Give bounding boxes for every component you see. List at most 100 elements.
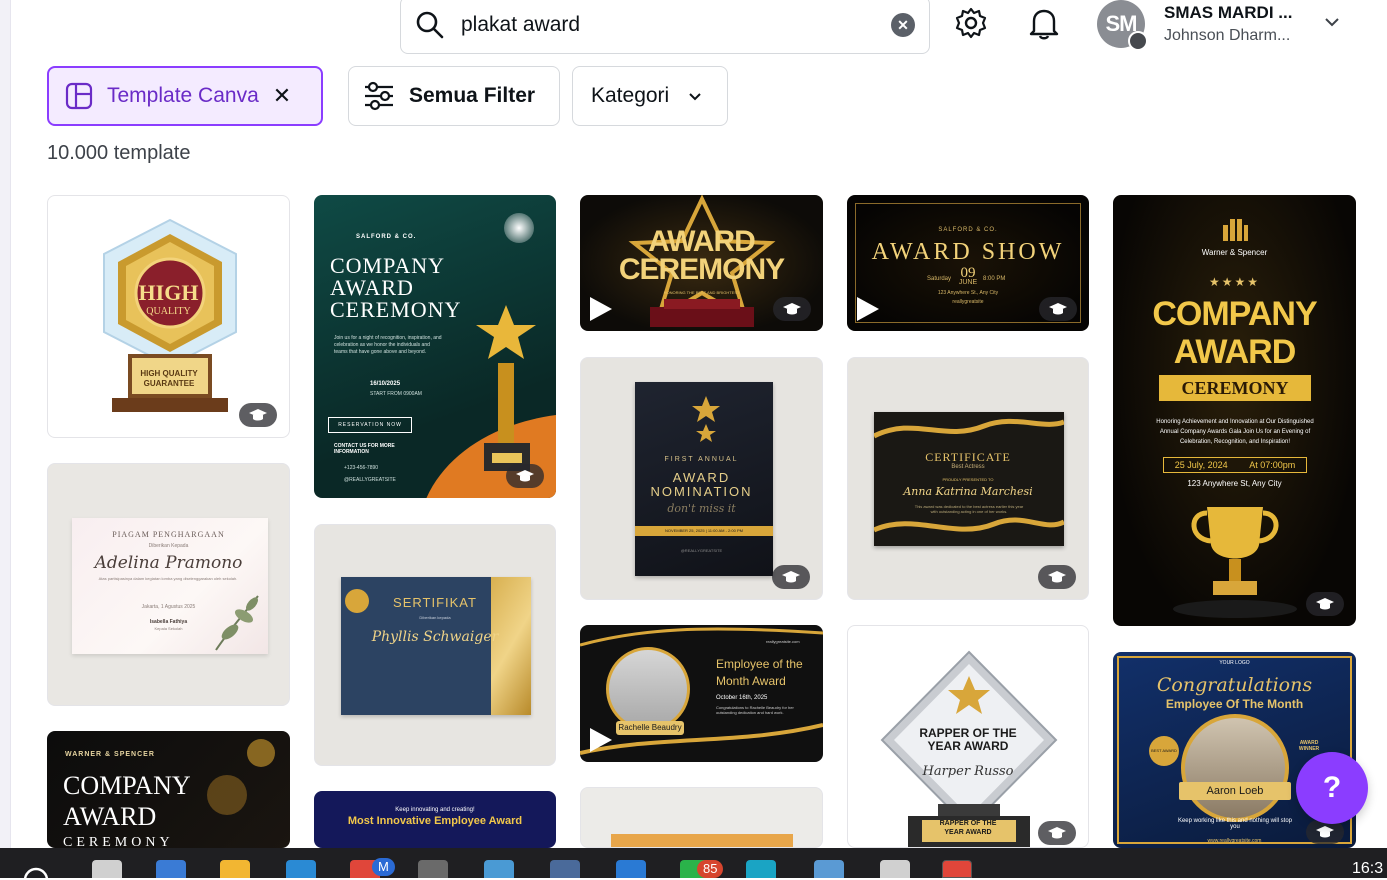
gold-trophy-image [1173,507,1297,618]
card-text: AWARD [1173,333,1297,371]
folder-icon[interactable] [220,860,250,878]
stars-text: ★★★★ [1208,275,1261,289]
card-text: NOVEMBER 25, 2025 | 11:00 AM - 2:00 PM [635,526,773,536]
card-text: 16/10/2025 [370,381,401,387]
template-card-company-award-warner[interactable]: WARNER & SPENCER COMPANY AWARD CEREMONY [47,731,290,848]
mail-badge: M [372,858,395,876]
card-text: 123 Anywhere St., Any City [937,290,999,296]
play-icon [590,297,612,321]
card-text: AWARD WINNER [1298,740,1320,752]
app-icon[interactable] [814,860,844,878]
card-text: FIRST ANNUAL [664,456,739,463]
template-card-award-ceremony[interactable]: AWARD CEREMONY HONORING THE BEST AND BRI… [580,195,823,331]
template-card-rapper-award[interactable]: RAPPER OF THE YEAR AWARD Harper Russo RA… [847,625,1089,848]
category-dropdown[interactable]: Kategori [572,66,728,126]
template-card-salford-company-award[interactable]: SALFORD & CO. COMPANY AWARD CEREMONY Joi… [314,195,556,498]
card-text: CEREMONY [1159,375,1311,401]
card-text: SALFORD & CO. [356,234,417,240]
avatar[interactable]: SM [1097,0,1148,51]
card-text: 25 July, 2024 [1174,460,1228,470]
card-text: This award was dedicated to the best act… [914,504,1024,514]
card-text: COMPANY [63,771,191,800]
template-card-high-quality[interactable]: HIGH QUALITY HIGH QUALITY GUARANTEE [47,195,290,438]
portrait-photo [606,647,690,731]
card-text: Keep innovating and creating! [395,807,475,813]
card-text: Warner & Spencer [1201,248,1268,257]
card-text: CEREMONY [618,253,785,286]
card-text: Atas partisipasinya dalam kegiatan lomba… [98,576,238,581]
card-text: Congratulations [1156,674,1313,696]
card-text: YOUR LOGO [1219,660,1250,666]
account-name[interactable]: SMAS MARDI ... [1164,3,1292,23]
close-icon[interactable]: ✕ [273,83,291,109]
bokeh-decoration [247,739,275,767]
app-icon[interactable] [418,860,448,878]
template-card-certificate-best-actress[interactable]: CERTIFICATE Best Actress PROUDLY PRESENT… [847,357,1089,600]
card-text: Employee of the [716,657,803,671]
card-text: PIAGAM PENGHARGAAN [112,530,225,539]
account-subtitle[interactable]: Johnson Dharm... [1164,27,1290,45]
light-flare [504,213,534,243]
card-text: October 16th, 2025 [716,695,768,701]
premium-badge-icon [239,403,277,427]
bell-icon[interactable] [1026,5,1062,41]
gear-icon[interactable] [953,5,989,41]
vscode-icon[interactable] [616,860,646,878]
clear-search-icon[interactable]: ✕ [891,13,915,37]
card-text: PROUDLY PRESENTED TO [942,477,994,482]
search-bar[interactable]: plakat award ✕ [400,0,930,54]
card-text: @REALLYGREATSITE [680,548,723,553]
category-label: Kategori [591,84,670,107]
template-card-sertifikat[interactable]: SERTIFIKAT Diberikan kepada Phyllis Schw… [314,524,556,766]
poster-image [611,834,793,847]
date-time-strip: 25 July, 2024 At 07:00pm [1163,457,1307,473]
card-text: Best Actress [951,464,985,470]
template-card-award-show[interactable]: SALFORD & CO. AWARD SHOW 09 JUNE Saturda… [847,195,1089,331]
template-card-partial[interactable] [580,787,823,848]
card-text: Diberikan kepada [419,615,451,620]
template-canva-chip[interactable]: Template Canva ✕ [47,66,323,126]
app-icon[interactable] [286,860,316,878]
search-icon [416,11,444,39]
card-text: NOMINATION [650,484,753,499]
edge-icon[interactable] [746,860,776,878]
all-filters-button[interactable]: Semua Filter [348,66,560,126]
card-text: +123-456-7890 [344,465,379,471]
chevron-down-icon [689,93,701,101]
template-card-piagam[interactable]: PIAGAM PENGHARGAAN Diberikan Kepada Adel… [47,463,290,706]
avatar-sub-image [1128,31,1148,51]
card-text: Aaron Loeb [1179,782,1291,800]
card-text: Saturday [927,276,952,282]
premium-badge-icon [1039,297,1077,321]
chevron-down-icon[interactable] [1323,13,1341,31]
chrome-active-icon[interactable] [942,860,972,878]
portrait-photo [1181,714,1289,822]
database-icon[interactable] [550,860,580,878]
results-count: 10.000 template [47,142,191,164]
all-filters-label: Semua Filter [409,84,536,107]
template-card-most-innovative[interactable]: Keep innovating and creating! Most Innov… [314,791,556,848]
search-input[interactable]: plakat award [461,13,891,37]
copilot-icon[interactable] [156,860,186,878]
premium-badge-icon [773,297,811,321]
card-text: CERTIFICATE [925,450,1011,464]
window-icon[interactable] [880,860,910,878]
taskview-icon[interactable] [92,860,122,878]
notepad-icon[interactable] [484,860,514,878]
card-text: Diberikan Kepada [148,543,189,549]
card-text: 123 Anywhere St, Any City [1187,479,1282,488]
card-text: Keep working like this and nothing will … [1177,818,1293,830]
template-icon [65,82,93,110]
card-text: QUALITY [146,306,191,317]
template-card-warner-company-award[interactable]: Warner & Spencer ★★★★ COMPANY AWARD CERE… [1113,195,1356,626]
help-button[interactable]: ? [1296,752,1368,824]
premium-badge-icon [1038,821,1076,845]
card-text: At 07:00pm [1249,460,1296,470]
card-text: Most Innovative Employee Award [347,815,523,827]
premium-badge-icon [772,565,810,589]
template-card-award-nomination[interactable]: FIRST ANNUAL AWARD NOMINATION don't miss… [580,357,823,600]
card-text: RAPPER OF THE [919,726,1017,740]
template-card-employee-month-rachelle[interactable]: Rachelle Beaudry Employee of the Month A… [580,625,823,762]
card-text: Month Award [716,674,786,688]
premium-badge-icon [506,464,544,488]
